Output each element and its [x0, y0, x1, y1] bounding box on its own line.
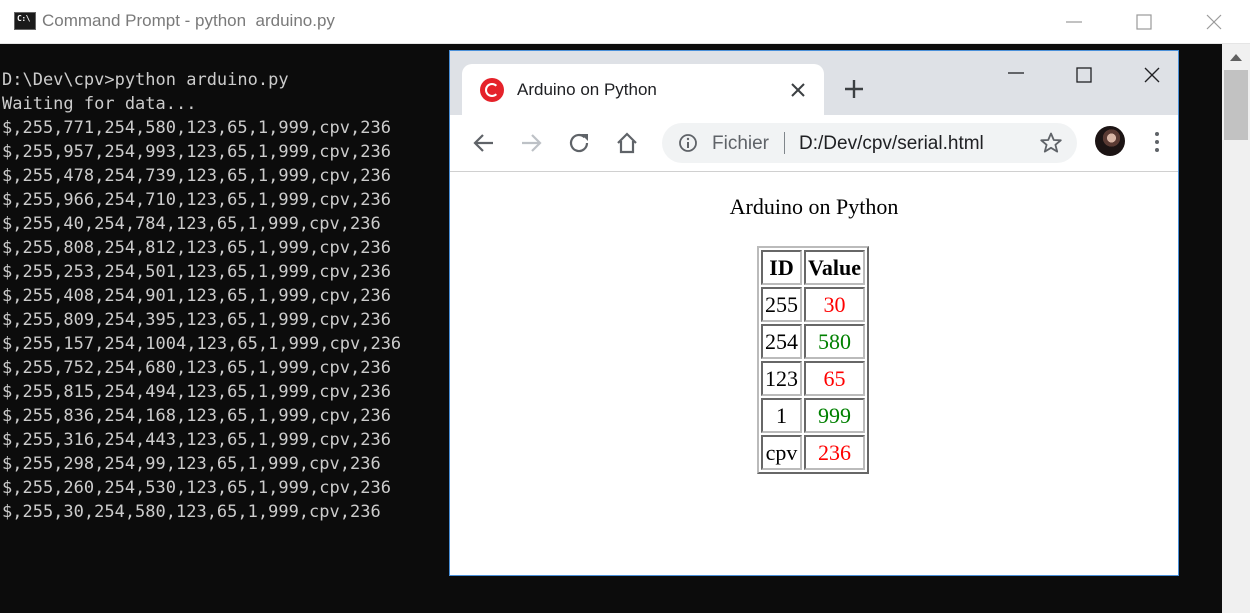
- table-row: 1 999: [761, 398, 865, 433]
- console-line: $,255,40,254,784,123,65,1,999,cpv,236: [2, 214, 381, 234]
- console-line: D:\Dev\cpv>python arduino.py: [2, 70, 289, 90]
- tab-strip: Arduino on Python: [450, 51, 1178, 115]
- browser-minimize-button[interactable]: [982, 51, 1050, 97]
- bookmark-star-icon[interactable]: [1039, 131, 1063, 155]
- console-line: $,255,298,254,99,123,65,1,999,cpv,236: [2, 454, 381, 474]
- cell-value: 30: [804, 287, 865, 322]
- home-icon[interactable]: [613, 129, 641, 157]
- cell-id: cpv: [761, 435, 802, 470]
- console-line: $,255,157,254,1004,123,65,1,999,cpv,236: [2, 334, 402, 354]
- cell-value: 65: [804, 361, 865, 396]
- table-row: 254 580: [761, 324, 865, 359]
- cell-id: 254: [761, 324, 802, 359]
- console-line: $,255,808,254,812,123,65,1,999,cpv,236: [2, 238, 391, 258]
- reload-icon[interactable]: [565, 129, 593, 157]
- forward-arrow-icon[interactable]: [517, 129, 545, 157]
- address-url[interactable]: D:/Dev/cpv/serial.html: [799, 133, 984, 155]
- address-scheme-label: Fichier: [712, 133, 770, 154]
- console-line: $,255,815,254,494,123,65,1,999,cpv,236: [2, 382, 391, 402]
- console-line: $,255,30,254,580,123,65,1,999,cpv,236: [2, 502, 381, 522]
- new-tab-icon[interactable]: [843, 78, 865, 100]
- data-table: ID Value 255 30 254 580 123 65 1 999 cpv 236: [757, 246, 869, 474]
- address-bar[interactable]: Fichier D:/Dev/cpv/serial.html: [662, 123, 1077, 163]
- page-heading: Arduino on Python: [729, 194, 899, 219]
- table-row: 255 30: [761, 287, 865, 322]
- console-line: $,255,771,254,580,123,65,1,999,cpv,236: [2, 118, 391, 138]
- cell-id: 123: [761, 361, 802, 396]
- console-scrollbar[interactable]: [1222, 44, 1250, 613]
- console-line: $,255,966,254,710,123,65,1,999,cpv,236: [2, 190, 391, 210]
- table-header-row: ID Value: [761, 250, 865, 285]
- cell-value: 236: [804, 435, 865, 470]
- scrollbar-thumb[interactable]: [1224, 70, 1248, 140]
- maximize-icon: [1136, 14, 1152, 30]
- console-line: Waiting for data...: [2, 94, 197, 114]
- cell-value: 580: [804, 324, 865, 359]
- minimize-icon: [1008, 72, 1024, 74]
- console-line: $,255,253,254,501,123,65,1,999,cpv,236: [2, 262, 391, 282]
- command-prompt-icon: C:\: [14, 12, 36, 30]
- console-minimize-button[interactable]: [1040, 0, 1110, 44]
- console-line: $,255,957,254,993,123,65,1,999,cpv,236: [2, 142, 391, 162]
- scroll-up-arrow-icon[interactable]: [1230, 54, 1242, 61]
- console-line: $,255,809,254,395,123,65,1,999,cpv,236: [2, 310, 391, 330]
- back-arrow-icon[interactable]: [470, 129, 498, 157]
- tab-title: Arduino on Python: [517, 80, 657, 99]
- minimize-icon: [1066, 21, 1082, 23]
- column-header-value: Value: [804, 250, 865, 285]
- tab-close-icon[interactable]: [788, 80, 808, 100]
- table-row: cpv 236: [761, 435, 865, 470]
- menu-dots-icon[interactable]: [1150, 131, 1164, 153]
- close-icon: [1206, 14, 1222, 30]
- console-line: $,255,408,254,901,123,65,1,999,cpv,236: [2, 286, 391, 306]
- column-header-id: ID: [761, 250, 802, 285]
- console-line: $,255,260,254,530,123,65,1,999,cpv,236: [2, 478, 391, 498]
- console-maximize-button[interactable]: [1110, 0, 1180, 44]
- cell-value: 999: [804, 398, 865, 433]
- console-line: $,255,478,254,739,123,65,1,999,cpv,236: [2, 166, 391, 186]
- favicon-icon: [480, 78, 504, 102]
- cell-id: 255: [761, 287, 802, 322]
- console-line: $,255,316,254,443,123,65,1,999,cpv,236: [2, 430, 391, 450]
- command-prompt-icon-label: C:\: [17, 14, 30, 23]
- console-titlebar[interactable]: C:\ Command Prompt - python arduino.py: [0, 0, 1250, 44]
- page-content: Arduino on Python ID Value 255 30 254 580 12…: [450, 172, 1178, 575]
- info-icon[interactable]: [678, 133, 698, 153]
- table-row: 123 65: [761, 361, 865, 396]
- console-close-button[interactable]: [1180, 0, 1250, 44]
- browser-toolbar: Fichier D:/Dev/cpv/serial.html: [450, 115, 1178, 172]
- cell-id: 1: [761, 398, 802, 433]
- browser-tab[interactable]: Arduino on Python: [462, 64, 824, 115]
- browser-close-button[interactable]: [1118, 51, 1178, 97]
- close-icon: [1144, 67, 1160, 83]
- console-window-title: Command Prompt - python arduino.py: [42, 11, 335, 30]
- console-line: $,255,836,254,168,123,65,1,999,cpv,236: [2, 406, 391, 426]
- address-separator: [784, 132, 785, 154]
- console-line: $,255,752,254,680,123,65,1,999,cpv,236: [2, 358, 391, 378]
- browser-window: Arduino on Python Fichier D:/Dev/cpv/ser…: [449, 50, 1179, 576]
- browser-maximize-button[interactable]: [1050, 51, 1118, 97]
- profile-avatar[interactable]: [1095, 126, 1125, 156]
- maximize-icon: [1076, 67, 1092, 83]
